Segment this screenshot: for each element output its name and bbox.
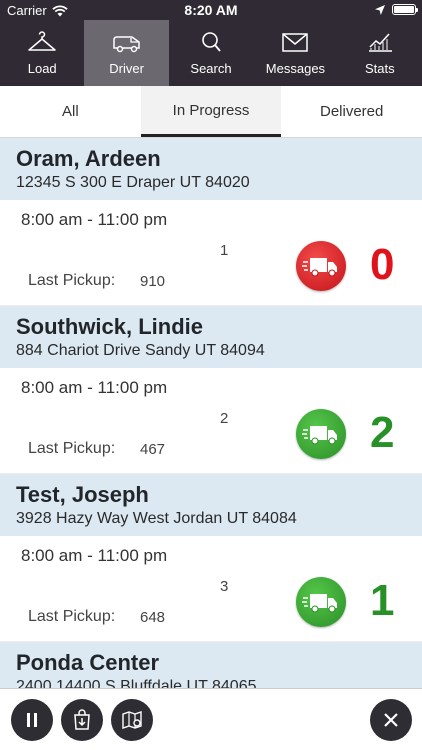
customer-details[interactable]: 8:00 am - 11:00 pm 1 Last Pickup: 910 0 — [0, 200, 422, 306]
bag-download-icon — [74, 709, 90, 730]
status-right — [375, 4, 418, 15]
map-button[interactable] — [111, 699, 153, 741]
last-pickup-value: 910 — [140, 273, 166, 290]
battery-icon — [392, 4, 418, 15]
customer-address: 884 Chariot Drive Sandy UT 84094 — [16, 342, 265, 359]
customer-name: Test, Joseph — [16, 482, 149, 507]
customer-header[interactable]: Oram, Ardeen 12345 S 300 E Draper UT 840… — [0, 138, 422, 200]
delivery-truck-icon — [302, 594, 337, 613]
nav-stats-label: Stats — [365, 61, 395, 76]
top-bar: Carrier 8:20 AM Load Driver Search Messa… — [0, 0, 422, 86]
pause-button[interactable] — [11, 699, 53, 741]
bag-download-button[interactable] — [61, 699, 103, 741]
customer-name: Southwick, Lindie — [16, 314, 204, 339]
close-icon — [384, 713, 398, 727]
customer-header[interactable]: Southwick, Lindie 884 Chariot Drive Sand… — [0, 306, 422, 368]
delivery-truck-icon — [302, 258, 337, 277]
van-icon — [112, 36, 140, 53]
nav-search-label: Search — [190, 61, 232, 76]
filter-tabs: All In Progress Delivered — [0, 86, 422, 138]
tab-delivered[interactable]: Delivered — [281, 86, 422, 137]
last-pickup-value: 648 — [140, 609, 166, 626]
delivery-window: 8:00 am - 11:00 pm — [21, 546, 168, 565]
last-pickup-label: Last Pickup: — [28, 440, 116, 457]
item-count: 0 — [370, 240, 395, 289]
delivery-truck-button[interactable] — [296, 577, 346, 627]
customer-header[interactable]: Ponda Center 2400 14400 S Bluffdale UT 8… — [0, 642, 422, 690]
stop-number: 3 — [220, 578, 229, 595]
customer-list: Oram, Ardeen 12345 S 300 E Draper UT 840… — [0, 138, 422, 690]
nav-stats[interactable]: Stats — [338, 20, 422, 86]
app-root: Carrier 8:20 AM Load Driver Search Messa… — [0, 0, 422, 750]
delivery-truck-icon — [302, 426, 337, 445]
item-count: 1 — [370, 576, 395, 625]
nav-messages[interactable]: Messages — [253, 20, 337, 86]
last-pickup-value: 467 — [140, 441, 166, 458]
location-arrow-icon — [375, 4, 385, 15]
customer-address: 3928 Hazy Way West Jordan UT 84084 — [16, 510, 297, 527]
tab-in-progress[interactable]: In Progress — [140, 86, 282, 137]
delivery-window: 8:00 am - 11:00 pm — [21, 378, 168, 397]
customer-details[interactable]: 8:00 am - 11:00 pm 2 Last Pickup: 467 2 — [0, 368, 422, 474]
search-icon — [202, 32, 221, 52]
customer-address: 12345 S 300 E Draper UT 84020 — [16, 174, 250, 191]
nav-load[interactable]: Load — [0, 20, 84, 86]
main-nav: Load Driver Search Messages Stats — [0, 20, 422, 86]
bottom-toolbar — [0, 688, 422, 750]
nav-load-label: Load — [27, 61, 57, 76]
status-bar: Carrier 8:20 AM — [0, 0, 422, 20]
map-pin-icon — [122, 711, 142, 729]
envelope-icon — [282, 33, 309, 52]
pause-icon — [27, 713, 37, 727]
delivery-truck-button[interactable] — [296, 241, 346, 291]
nav-messages-label: Messages — [265, 61, 326, 76]
hanger-icon — [28, 31, 56, 51]
nav-driver-label: Driver — [109, 61, 144, 76]
nav-search[interactable]: Search — [169, 20, 253, 86]
stop-number: 1 — [220, 242, 229, 259]
last-pickup-label: Last Pickup: — [28, 608, 116, 625]
chart-icon — [368, 33, 392, 52]
close-button[interactable] — [370, 699, 412, 741]
item-count: 2 — [370, 408, 395, 457]
delivery-window: 8:00 am - 11:00 pm — [21, 210, 168, 229]
customer-header[interactable]: Test, Joseph 3928 Hazy Way West Jordan U… — [0, 474, 422, 536]
delivery-truck-button[interactable] — [296, 409, 346, 459]
stop-number: 2 — [220, 410, 229, 427]
customer-name: Oram, Ardeen — [16, 146, 161, 171]
last-pickup-label: Last Pickup: — [28, 272, 116, 289]
nav-driver[interactable]: Driver — [84, 20, 169, 86]
customer-details[interactable]: 8:00 am - 11:00 pm 3 Last Pickup: 648 1 — [0, 536, 422, 642]
clock: 8:20 AM — [184, 2, 238, 18]
customer-name: Ponda Center — [16, 650, 160, 675]
tab-all[interactable]: All — [0, 86, 141, 137]
